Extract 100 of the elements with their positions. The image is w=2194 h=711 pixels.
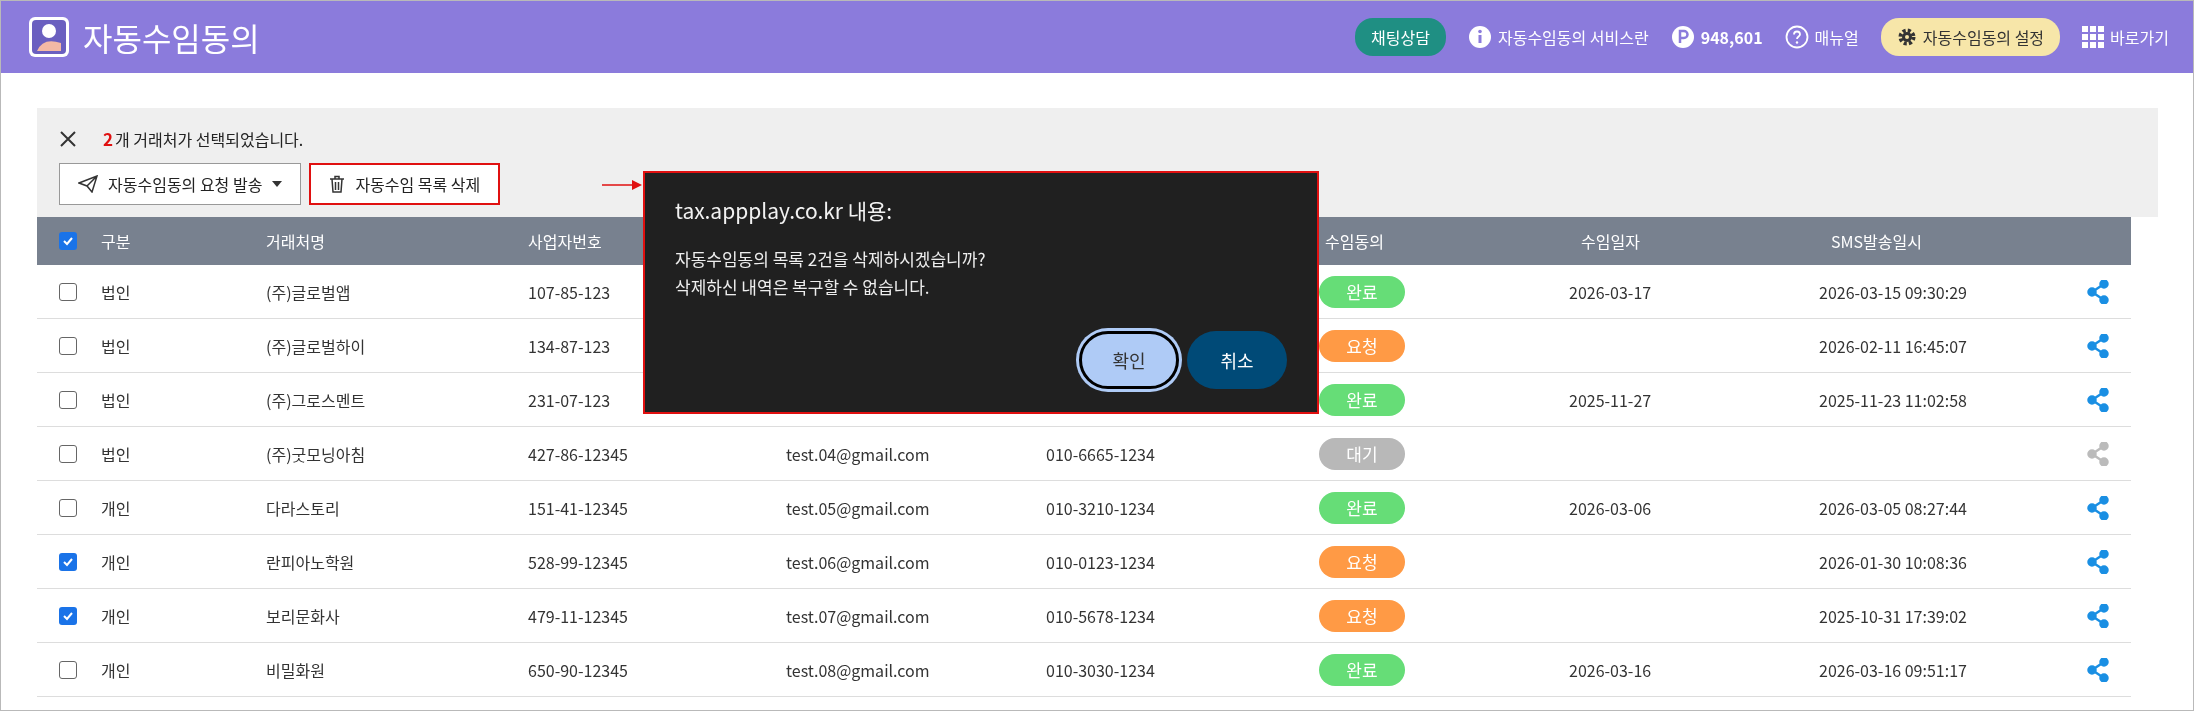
table-cell: (주)글로벌앱 bbox=[266, 279, 351, 304]
dialog-message: 자동수임동의 목록 2건을 삭제하시겠습니까? bbox=[675, 245, 987, 273]
table-cell: 134-87-123 bbox=[528, 333, 611, 358]
table-cell: 151-41-12345 bbox=[528, 495, 628, 520]
table-cell: 010-3030-1234 bbox=[1046, 657, 1155, 682]
share-icon[interactable] bbox=[2087, 333, 2109, 358]
column-header: 구분 bbox=[101, 229, 131, 253]
table-cell: 2026-01-30 10:08:36 bbox=[1819, 549, 1967, 574]
status-badge: 완료 bbox=[1319, 653, 1405, 686]
checkbox[interactable] bbox=[59, 606, 77, 625]
shortcut-link[interactable]: 바로가기 bbox=[2082, 25, 2169, 49]
table-cell: 2026-03-05 08:27:44 bbox=[1819, 495, 1967, 520]
table-cell: 2025-11-27 bbox=[1569, 387, 1652, 412]
share-icon[interactable] bbox=[2087, 657, 2109, 682]
checkbox[interactable] bbox=[59, 336, 77, 355]
table-cell: 010-0123-1234 bbox=[1046, 549, 1155, 574]
checkbox[interactable] bbox=[59, 552, 77, 571]
manual-link[interactable]: 매뉴얼 bbox=[1784, 25, 1859, 49]
table-cell: 2026-02-11 16:45:07 bbox=[1819, 333, 1967, 358]
column-header: 사업자번호 bbox=[528, 229, 602, 253]
grid-icon bbox=[2082, 26, 2105, 48]
table-cell: 010-5678-1234 bbox=[1046, 603, 1155, 628]
checkbox[interactable] bbox=[59, 282, 77, 301]
table-cell: 다라스토리 bbox=[266, 495, 340, 520]
status-badge: 요청 bbox=[1319, 329, 1405, 362]
table-cell: 107-85-123 bbox=[528, 279, 611, 304]
table-cell: 2026-03-16 09:51:17 bbox=[1819, 657, 1967, 682]
table-cell: 법인 bbox=[101, 279, 131, 304]
column-header: 거래처명 bbox=[266, 229, 325, 253]
cancel-button[interactable]: 취소 bbox=[1187, 331, 1287, 389]
checkbox[interactable] bbox=[59, 498, 77, 517]
share-icon[interactable] bbox=[2087, 387, 2109, 412]
table-cell: 2026-03-06 bbox=[1569, 495, 1652, 520]
table-cell: 231-07-123 bbox=[528, 387, 611, 412]
table-cell: (주)굿모닝아침 bbox=[266, 441, 366, 466]
close-icon[interactable] bbox=[59, 129, 77, 148]
table-cell: 479-11-12345 bbox=[528, 603, 628, 628]
checkbox[interactable] bbox=[59, 444, 77, 463]
table-cell: 528-99-12345 bbox=[528, 549, 628, 574]
caret-icon bbox=[272, 181, 283, 187]
selected-count: 2 bbox=[103, 126, 114, 151]
checkbox[interactable] bbox=[59, 390, 77, 409]
checkbox[interactable] bbox=[59, 232, 77, 250]
settings-icon bbox=[1896, 27, 1917, 47]
share-icon[interactable] bbox=[2087, 603, 2109, 628]
table-cell: 2025-11-23 11:02:58 bbox=[1819, 387, 1967, 412]
chat-button[interactable]: 채팅상담 bbox=[1355, 18, 1446, 56]
table-cell: (주)글로벌하이 bbox=[266, 333, 366, 358]
status-badge: 대기 bbox=[1319, 437, 1405, 470]
callout-arrow bbox=[602, 179, 642, 191]
status-badge: 요청 bbox=[1319, 599, 1405, 632]
points-link[interactable]: 948,601 bbox=[1670, 25, 1763, 49]
share-icon[interactable] bbox=[2087, 495, 2109, 520]
service-link[interactable]: 자동수임동의 서비스란 bbox=[1467, 25, 1649, 49]
paper-plane-icon bbox=[78, 175, 98, 193]
table-cell: 개인 bbox=[101, 495, 131, 520]
help-icon bbox=[1784, 25, 1809, 49]
trash-icon bbox=[329, 175, 346, 193]
table-cell: test.05@gmail.com bbox=[786, 495, 930, 520]
table-cell: 비밀화원 bbox=[266, 657, 325, 682]
selection-message: 개 거래처가 선택되었습니다. bbox=[115, 126, 304, 151]
page-title: 자동수임동의 bbox=[83, 14, 261, 60]
table-cell: 법인 bbox=[101, 441, 131, 466]
status-badge: 요청 bbox=[1319, 545, 1405, 578]
table-cell: 개인 bbox=[101, 657, 131, 682]
table-cell: 010-6665-1234 bbox=[1046, 441, 1155, 466]
status-badge: 완료 bbox=[1319, 383, 1405, 416]
table-cell: 2025-10-31 17:39:02 bbox=[1819, 603, 1967, 628]
status-badge: 완료 bbox=[1319, 275, 1405, 308]
table-cell: 650-90-12345 bbox=[528, 657, 628, 682]
table-cell: (주)그로스멘트 bbox=[266, 387, 366, 412]
delete-button[interactable]: 자동수임 목록 삭제 bbox=[309, 163, 501, 205]
table-cell: 427-86-12345 bbox=[528, 441, 628, 466]
checkbox[interactable] bbox=[59, 660, 77, 679]
confirm-button[interactable]: 확인 bbox=[1079, 331, 1179, 389]
table-cell: 란피아노학원 bbox=[266, 549, 355, 574]
table-cell: 개인 bbox=[101, 549, 131, 574]
table-cell: test.06@gmail.com bbox=[786, 549, 930, 574]
table-cell: 법인 bbox=[101, 333, 131, 358]
column-header: 수임일자 bbox=[1581, 229, 1640, 253]
table-cell: 2026-03-15 09:30:29 bbox=[1819, 279, 1967, 304]
table-cell: test.08@gmail.com bbox=[786, 657, 930, 682]
checkmark-icon bbox=[62, 235, 74, 247]
table-cell: test.07@gmail.com bbox=[786, 603, 930, 628]
share-icon[interactable] bbox=[2087, 279, 2109, 304]
column-header: SMS발송일시 bbox=[1831, 229, 1922, 253]
table-cell: test.04@gmail.com bbox=[786, 441, 930, 466]
logo-icon bbox=[29, 17, 69, 57]
column-header: 수임동의 bbox=[1325, 229, 1384, 253]
table-cell: 2026-03-17 bbox=[1569, 279, 1652, 304]
table-cell: 2026-03-16 bbox=[1569, 657, 1652, 682]
status-badge: 완료 bbox=[1319, 491, 1405, 524]
table-cell: 개인 bbox=[101, 603, 131, 628]
table-cell: 보리문화사 bbox=[266, 603, 340, 628]
share-icon[interactable] bbox=[2087, 549, 2109, 574]
dialog-title: tax.appplay.co.kr 내용: bbox=[675, 195, 894, 225]
send-request-button[interactable]: 자동수임동의 요청 발송 bbox=[59, 163, 302, 205]
dialog-message: 삭제하신 내역은 복구할 수 없습니다. bbox=[675, 273, 931, 301]
settings-button[interactable]: 자동수임동의 설정 bbox=[1880, 18, 2061, 56]
info-icon bbox=[1467, 25, 1492, 49]
